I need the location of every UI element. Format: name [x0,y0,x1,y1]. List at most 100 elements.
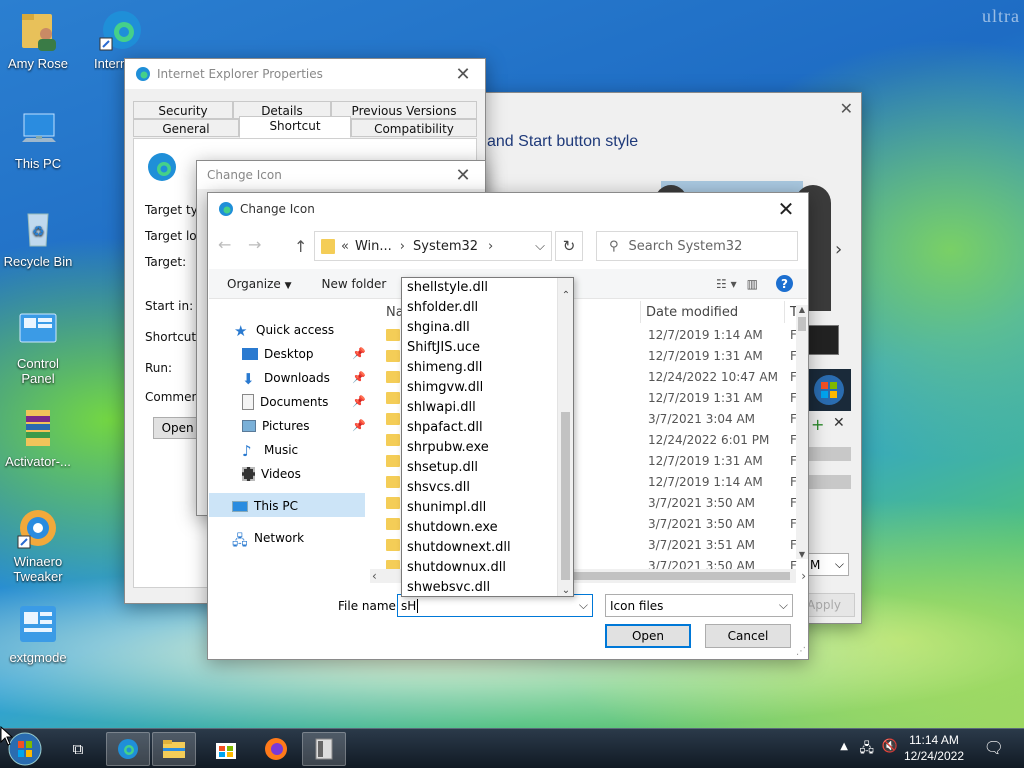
desktop-icon-winaero[interactable]: Winaero Tweaker [0,506,76,584]
nav-music[interactable]: ♪ Music [242,439,298,461]
scroll-right-arrow[interactable]: › [801,569,806,583]
breadcrumb-windows[interactable]: Win... [355,239,392,254]
tab-security[interactable]: Security [133,101,233,119]
preview-pane-icon[interactable]: ▥ [747,277,758,291]
taskbar-firefox[interactable] [254,732,298,766]
autocomplete-item[interactable]: shsetup.dll [402,458,573,478]
close-icon[interactable]: ✕ [764,194,808,224]
search-input[interactable]: ⚲ Search System32 [596,231,798,261]
desktop-icon-user-folder[interactable]: Amy Rose [0,8,76,71]
vertical-scrollbar[interactable]: ▲ ▼ [796,305,808,559]
scroll-left-arrow[interactable]: ‹ [372,569,377,583]
task-view-icon[interactable]: ⧉ [56,732,100,766]
pin-icon[interactable]: 📌 [352,371,366,384]
close-icon[interactable]: ✕ [441,160,485,190]
scroll-thumb[interactable] [561,412,570,580]
tab-compatibility[interactable]: Compatibility [351,119,477,137]
file-type-select[interactable]: Icon files ⌵ [605,594,793,617]
up-arrow-icon[interactable]: ↑ [294,237,310,257]
autocomplete-item[interactable]: shpafact.dll [402,418,573,438]
desktop-icon-activator[interactable]: Activator-... [0,406,76,469]
autocomplete-item[interactable]: shutdown.exe [402,518,573,538]
scroll-down-arrow[interactable]: ▼ [796,550,808,559]
close-icon[interactable]: ✕ [840,99,853,118]
autocomplete-item[interactable]: shfolder.dll [402,298,573,318]
pin-icon[interactable]: 📌 [352,395,366,408]
autocomplete-scrollbar[interactable]: ⌃ ⌄ [557,278,573,596]
desktop-icon-recycle-bin[interactable]: ♻ Recycle Bin [0,206,76,269]
open-button[interactable]: Open [605,624,691,648]
view-options-icon[interactable]: ☷ ▾ [716,277,737,291]
folder-icon [386,538,400,551]
scroll-up-arrow[interactable]: ▲ [796,305,808,314]
scroll-down-arrow[interactable]: ⌄ [558,585,574,596]
column-header-date[interactable]: Date modified [646,305,738,320]
autocomplete-item[interactable]: shimeng.dll [402,358,573,378]
close-icon[interactable]: ✕ [441,59,485,89]
folder-icon [386,391,400,404]
nav-documents[interactable]: Documents [242,391,328,413]
desktop-icon-control-panel[interactable]: Control Panel [0,308,76,386]
nav-label: Music [264,443,299,457]
tab-general[interactable]: General [133,119,239,137]
edge-icon [218,201,234,217]
style-combo[interactable]: M ⌵ [805,553,849,576]
address-bar[interactable]: « Win... › System32 › ⌵ [314,231,552,261]
refresh-icon[interactable]: ↻ [555,231,583,261]
overflow-chevron[interactable]: « [341,239,349,254]
autocomplete-item[interactable]: ShiftJIS.uce [402,338,573,358]
autocomplete-item[interactable]: shlwapi.dll [402,398,573,418]
nav-desktop[interactable]: Desktop [242,343,314,365]
desktop-icon-extgmode[interactable]: extgmode [0,602,76,665]
cancel-button[interactable]: Cancel [705,624,791,648]
nav-pictures[interactable]: Pictures [242,415,310,437]
nav-this-pc[interactable]: This PC [232,495,298,517]
date-cell: 12/24/2022 6:01 PM [648,432,770,447]
chevron-right-icon[interactable]: › [835,239,842,260]
breadcrumb-system32[interactable]: System32 [413,239,478,254]
date-cell: 3/7/2021 3:50 AM [648,516,756,531]
autocomplete-item[interactable]: shellstyle.dll [402,278,573,298]
autocomplete-item[interactable]: shsvcs.dll [402,478,573,498]
pin-icon[interactable]: 📌 [352,419,366,432]
back-arrow-icon[interactable]: ← [218,235,242,259]
taskbar-file-explorer[interactable] [152,732,196,766]
forward-arrow-icon[interactable]: → [248,235,272,259]
scroll-thumb[interactable] [798,317,806,331]
autocomplete-item[interactable]: shimgvw.dll [402,378,573,398]
help-icon[interactable]: ? [776,275,793,292]
taskbar-app[interactable] [302,732,346,766]
chevron-down-icon[interactable]: ⌵ [579,598,588,613]
nav-downloads[interactable]: ⬇ Downloads [242,367,330,389]
slider-track[interactable] [807,475,851,489]
tab-previous-versions[interactable]: Previous Versions [331,101,477,119]
system-clock[interactable]: 11:14 AM 12/24/2022 [904,732,964,764]
scroll-up-arrow[interactable]: ⌃ [558,290,574,301]
autocomplete-item[interactable]: shutdownext.dll [402,538,573,558]
nav-videos[interactable]: Videos [242,463,301,485]
autocomplete-item[interactable]: shgina.dll [402,318,573,338]
tab-shortcut[interactable]: Shortcut [239,116,351,138]
autocomplete-item[interactable]: shunimpl.dll [402,498,573,518]
chevron-down-icon[interactable]: ⌵ [535,239,545,254]
show-hidden-icons-icon[interactable]: ▲ [840,741,848,752]
autocomplete-item[interactable]: shutdownux.dll [402,558,573,578]
remove-icon[interactable]: ✕ [833,415,845,431]
nav-network[interactable]: 🖧 Network [232,527,304,549]
desktop-icon-this-pc[interactable]: This PC [0,108,76,171]
organize-button[interactable]: Organize ▼ [227,277,292,291]
pin-icon[interactable]: 📌 [352,347,366,360]
new-folder-button[interactable]: New folder [322,277,387,291]
action-center-icon[interactable]: 🗨 [984,738,1004,757]
slider-track[interactable] [807,447,851,461]
resize-grip[interactable]: ⋰ [796,646,806,657]
autocomplete-item[interactable]: shwebsvc.dll [402,578,573,598]
autocomplete-item[interactable]: shrpubw.exe [402,438,573,458]
network-icon[interactable]: 🖧 [860,739,875,761]
add-icon[interactable]: + [811,415,824,434]
nav-quick-access[interactable]: ★ Quick access [234,319,334,341]
scroll-thumb[interactable] [550,572,790,580]
volume-muted-icon[interactable]: 🔇 [882,739,898,754]
taskbar-store[interactable] [204,732,248,766]
taskbar-edge[interactable] [106,732,150,766]
